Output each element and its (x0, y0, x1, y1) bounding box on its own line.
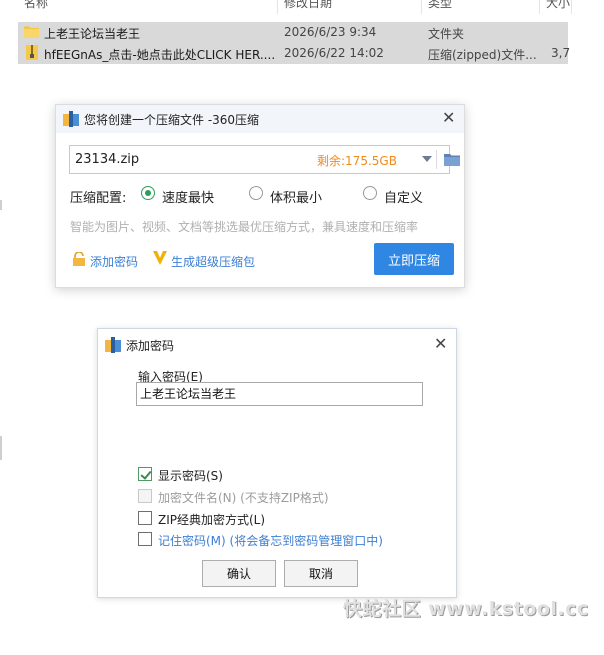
confirm-button[interactable]: 确认 (202, 560, 276, 587)
free-space-label: 剩余:175.5GB (317, 154, 397, 168)
site-watermark: 快蛇社区 www.kstool.cc (343, 598, 589, 620)
compress-config-label: 压缩配置: (70, 191, 127, 206)
zip-file-icon (26, 45, 38, 60)
close-icon[interactable]: ✕ (434, 336, 447, 352)
archive-app-icon (63, 111, 79, 127)
zip-classic-encryption-checkbox[interactable] (138, 511, 152, 525)
radio-fastest[interactable] (141, 186, 155, 200)
compress-now-button[interactable]: 立即压缩 (374, 243, 454, 275)
radio-smallest-label[interactable]: 体积最小 (270, 187, 322, 206)
remember-password-label[interactable]: 记住密码(M) (将会备忘到密码管理窗口中) (158, 532, 383, 549)
file-row-zip[interactable]: hfEEGnAs_点击-她点击此处CLICK HER.... 2026/6/22… (18, 43, 571, 64)
compress-dialog-title: 您将创建一个压缩文件 -360压缩 (84, 113, 260, 127)
column-date[interactable]: 修改日期 (280, 0, 422, 14)
radio-custom-label[interactable]: 自定义 (384, 187, 423, 206)
file-date: 2026/6/22 14:02 (284, 46, 384, 60)
archive-app-icon (105, 337, 121, 353)
password-dialog-titlebar[interactable]: 添加密码 ✕ (98, 329, 456, 359)
cancel-button[interactable]: 取消 (284, 560, 358, 587)
file-type: 压缩(zipped)文件... (428, 48, 537, 62)
archive-name-field[interactable]: 23134.zip 剩余:175.5GB (69, 145, 460, 174)
left-edge-mark (0, 436, 2, 460)
archive-name-value[interactable]: 23134.zip (75, 152, 139, 167)
compress-dialog-titlebar[interactable]: 您将创建一个压缩文件 -360压缩 ✕ (56, 105, 464, 133)
remember-password-checkbox[interactable] (138, 532, 152, 546)
encrypt-filename-label: 加密文件名(N) (不支持ZIP格式) (158, 491, 329, 505)
folder-icon (24, 26, 39, 38)
radio-fastest-label[interactable]: 速度最快 (162, 187, 214, 206)
field-divider (436, 150, 437, 169)
dropdown-arrow-icon[interactable] (422, 156, 432, 162)
explorer-header: 名称 修改日期 类型 大小 (0, 0, 604, 14)
show-password-checkbox[interactable] (138, 467, 152, 481)
radio-smallest[interactable] (249, 186, 263, 200)
encrypt-filename-checkbox (138, 489, 152, 503)
column-name[interactable]: 名称 (20, 0, 278, 14)
file-row-folder[interactable]: 上老王论坛当老王 2026/6/23 9:34 文件夹 (18, 22, 568, 43)
compress-hint: 智能为图片、视频、文档等挑选最优压缩方式，兼具速度和压缩率 (70, 220, 419, 234)
file-date: 2026/6/23 9:34 (284, 25, 377, 39)
password-input[interactable]: 上老王论坛当老王 (136, 382, 423, 406)
show-password-label[interactable]: 显示密码(S) (158, 467, 223, 484)
super-package-link[interactable]: 生成超级压缩包 (171, 253, 255, 270)
file-type: 文件夹 (428, 27, 465, 41)
column-size[interactable]: 大小 (542, 0, 572, 14)
column-type[interactable]: 类型 (424, 0, 540, 14)
super-package-icon[interactable] (152, 250, 168, 266)
password-dialog: 添加密码 ✕ 输入密码(E) 上老王论坛当老王 显示密码(S) 加密文件名(N)… (97, 328, 457, 598)
browse-folder-icon[interactable] (444, 153, 460, 166)
file-name: 上老王论坛当老王 (44, 27, 141, 41)
compress-dialog: 您将创建一个压缩文件 -360压缩 ✕ 23134.zip 剩余:175.5GB… (55, 104, 465, 288)
close-icon[interactable]: ✕ (442, 110, 455, 126)
radio-custom[interactable] (363, 186, 377, 200)
add-password-link[interactable]: 添加密码 (90, 253, 138, 270)
file-name: hfEEGnAs_点击-她点击此处CLICK HER.... (44, 48, 276, 62)
zip-classic-encryption-label[interactable]: ZIP经典加密方式(L) (158, 511, 265, 528)
left-edge-mark (0, 200, 2, 210)
lock-icon[interactable] (72, 252, 86, 266)
file-size: 3,7 (551, 46, 571, 60)
password-dialog-title: 添加密码 (126, 339, 175, 353)
